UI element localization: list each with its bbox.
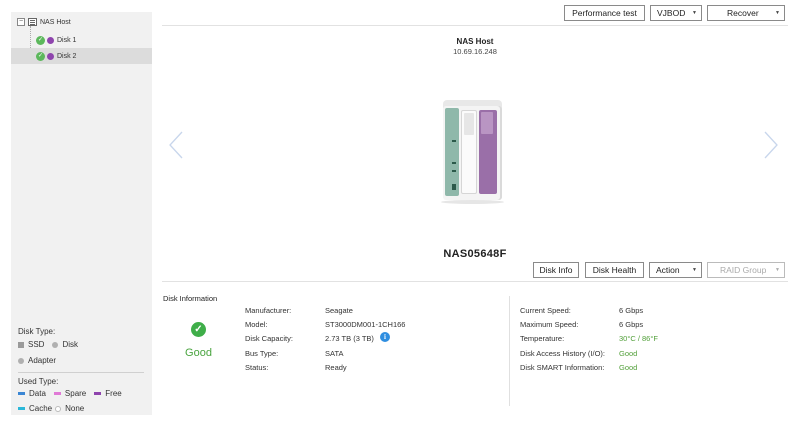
access-history-value[interactable]: Good — [619, 349, 637, 358]
model-value: ST3000DM001-1CH166 — [325, 320, 406, 329]
tree-item-label: NAS Host — [40, 18, 71, 26]
legend-disk-types: SSD Disk — [18, 340, 78, 349]
nas-led — [452, 170, 456, 172]
temperature-value: 30°C / 86°F — [619, 334, 658, 343]
status-good-icon: ✓ — [191, 322, 206, 337]
legend-used-types: Data Spare Free — [18, 389, 122, 398]
capacity-label: Disk Capacity: — [245, 334, 293, 343]
bus-type-value: SATA — [325, 349, 344, 358]
capacity-value: 2.73 TB (3 TB) — [325, 334, 374, 343]
status-ok-icon: ✓ — [36, 51, 45, 61]
host-ip: 10.69.16.248 — [453, 47, 497, 56]
button-label: Disk Health — [592, 265, 637, 275]
legend-label: Cache — [29, 404, 53, 413]
button-label: RAID Group — [720, 265, 767, 275]
performance-test-button[interactable]: Performance test — [564, 5, 645, 21]
adapter-swatch — [18, 357, 24, 364]
action-dropdown[interactable]: Action ▼ — [649, 262, 702, 278]
nas-led — [452, 162, 456, 164]
button-label: Performance test — [572, 8, 637, 18]
current-speed-label: Current Speed: — [520, 306, 571, 315]
toolbar-divider — [162, 25, 788, 26]
maximum-speed-value: 6 Gbps — [619, 320, 644, 329]
none-swatch — [55, 405, 62, 412]
status-label: Status: — [245, 363, 269, 372]
tree-item-disk-2[interactable]: ✓ Disk 2 — [11, 48, 152, 64]
cache-swatch — [18, 407, 25, 410]
button-label: Action — [656, 265, 680, 275]
caret-down-icon: ▼ — [775, 10, 780, 16]
raid-group-dropdown[interactable]: RAID Group ▼ — [707, 262, 785, 278]
legend-disk-type-title: Disk Type: — [18, 327, 56, 336]
recover-dropdown[interactable]: Recover ▼ — [707, 5, 785, 21]
model-label: Model: — [245, 320, 268, 329]
next-arrow-icon[interactable] — [762, 130, 780, 160]
tree-item-label: Disk 1 — [57, 36, 77, 44]
disk-icon — [47, 36, 54, 44]
nas-side-panel — [445, 108, 459, 196]
manufacturer-label: Manufacturer: — [245, 306, 292, 315]
button-label: VJBOD — [657, 8, 686, 18]
maximum-speed-label: Maximum Speed: — [520, 320, 579, 329]
free-swatch — [94, 392, 102, 395]
disk-information-title: Disk Information — [163, 294, 218, 303]
button-label: Disk Info — [539, 265, 573, 275]
tree-item-label: Disk 2 — [57, 52, 77, 60]
smart-info-value[interactable]: Good — [619, 363, 637, 372]
column-divider — [509, 296, 510, 406]
bus-type-label: Bus Type: — [245, 349, 279, 358]
nas-device-image — [441, 100, 504, 204]
nas-led — [452, 140, 456, 142]
legend-used-type-title: Used Type: — [18, 377, 59, 386]
legend-label: Adapter — [28, 356, 57, 365]
button-label: Recover — [727, 8, 759, 18]
legend-adapter: Adapter — [18, 356, 56, 365]
disk-bay-2 — [479, 110, 497, 194]
legend-label: None — [65, 404, 85, 413]
legend-label: Disk — [62, 340, 79, 349]
manufacturer-value: Seagate — [325, 306, 353, 315]
caret-down-icon: ▼ — [692, 10, 697, 16]
legend-label: Free — [105, 389, 122, 398]
current-speed-value: 6 Gbps — [619, 306, 644, 315]
disk-swatch — [52, 341, 59, 348]
disk-icon — [47, 52, 54, 60]
spare-swatch — [53, 392, 61, 395]
nas-shadow — [441, 200, 504, 204]
host-name: NAS Host — [456, 37, 494, 46]
temperature-label: Temperature: — [520, 334, 565, 343]
info-icon[interactable]: i — [380, 332, 390, 342]
sidebar: − NAS Host ✓ Disk 1 ✓ Disk 2 Disk Type: … — [11, 12, 152, 415]
disk-bay-1 — [461, 110, 477, 194]
legend-used-types-2: Cache None — [18, 404, 84, 413]
nas-host-icon — [28, 18, 37, 26]
status-value: Ready — [325, 363, 347, 372]
disk-status-text: Good — [185, 347, 212, 359]
disk-info-button[interactable]: Disk Info — [533, 262, 579, 278]
legend-divider — [18, 372, 144, 373]
disk-health-button[interactable]: Disk Health — [585, 262, 644, 278]
legend-label: SSD — [28, 340, 45, 349]
tree-item-disk-1[interactable]: ✓ Disk 1 — [11, 32, 152, 48]
smart-info-label: Disk SMART Information: — [520, 363, 605, 372]
ssd-swatch — [18, 341, 24, 348]
device-model: NAS05648F — [443, 248, 507, 260]
tree-item-nas-host[interactable]: − NAS Host — [11, 14, 152, 30]
data-swatch — [18, 392, 25, 395]
legend-label: Data — [29, 389, 46, 398]
nas-usb-port — [452, 184, 456, 190]
access-history-label: Disk Access History (I/O): — [520, 349, 606, 358]
info-divider — [162, 281, 788, 282]
caret-down-icon: ▼ — [775, 267, 780, 273]
caret-down-icon: ▼ — [692, 267, 697, 273]
collapse-icon[interactable]: − — [17, 18, 25, 26]
status-ok-icon: ✓ — [36, 35, 45, 45]
previous-arrow-icon[interactable] — [167, 130, 185, 160]
legend-label: Spare — [64, 389, 87, 398]
vjbod-dropdown[interactable]: VJBOD ▼ — [650, 5, 702, 21]
